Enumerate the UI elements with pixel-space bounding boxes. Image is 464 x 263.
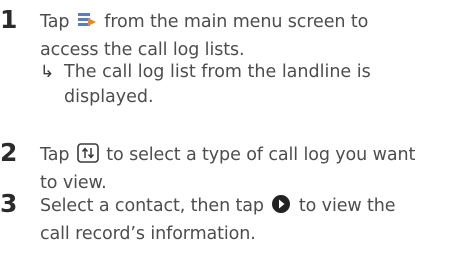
result-line1: The call log list from the landline is xyxy=(64,62,371,82)
step-text-before-icon: Tap xyxy=(40,12,75,32)
step-text-line2: to view. xyxy=(40,173,107,193)
step-text-before-icon: Select a contact, then tap xyxy=(40,196,270,216)
step-text-line2: call record’s information. xyxy=(40,224,256,244)
step-text-before-icon: Tap xyxy=(40,145,75,165)
step-number: 2 xyxy=(0,138,18,167)
step-text: Tap from the main menu screen to access … xyxy=(40,10,458,63)
result-line2: displayed. xyxy=(64,87,154,107)
step-text-after-icon: to select a type of call log you want xyxy=(100,145,416,165)
step-number: 3 xyxy=(0,189,18,218)
step-text: Tap to select a type of call log you wan… xyxy=(40,143,458,196)
play-arrow-icon[interactable] xyxy=(271,194,291,222)
switch-log-type-icon[interactable] xyxy=(76,143,99,171)
result-arrow-icon: ↳ xyxy=(40,62,55,82)
step-text: Select a contact, then tap to view the c… xyxy=(40,194,458,247)
call-log-menu-icon[interactable] xyxy=(77,12,97,38)
step-text-after-icon: to view the xyxy=(293,196,396,216)
step-text-after-icon: from the main menu screen to xyxy=(98,12,369,32)
step-number: 1 xyxy=(0,5,18,34)
